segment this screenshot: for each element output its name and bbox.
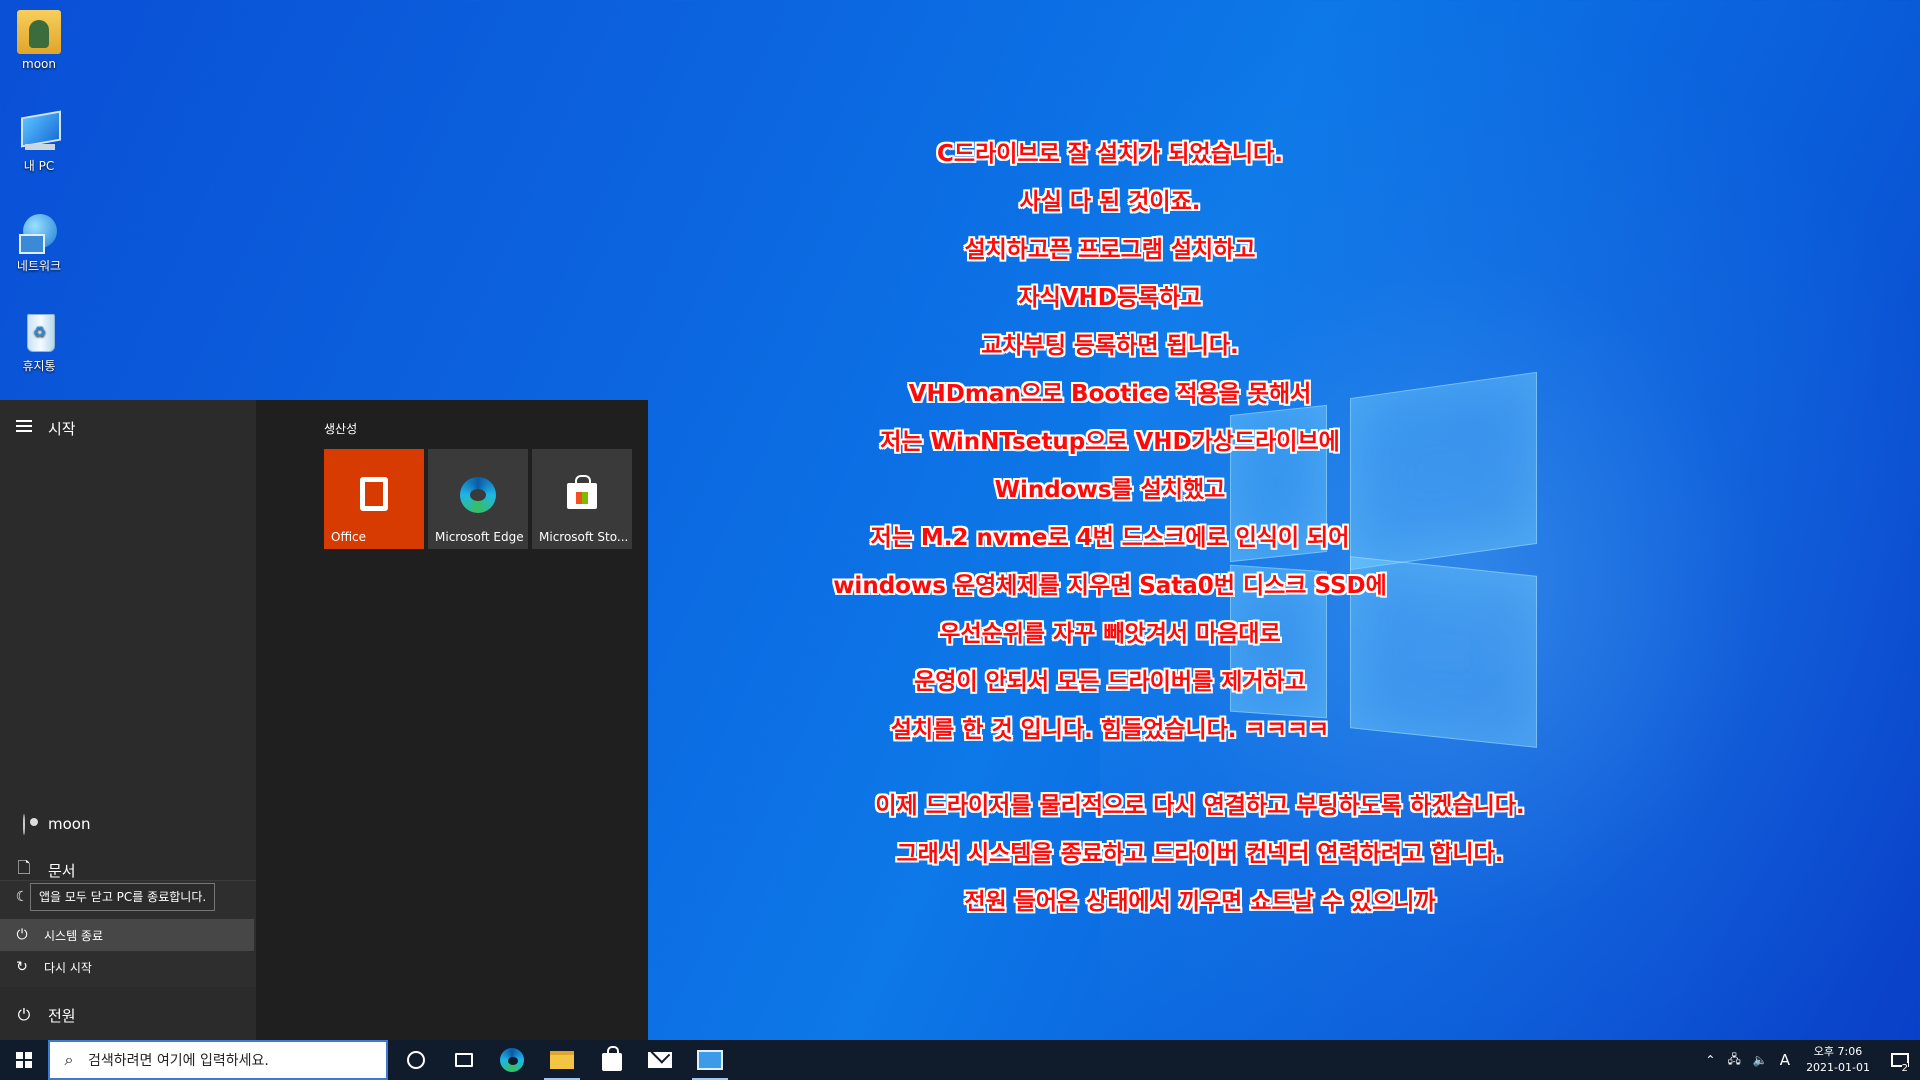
user-folder-icon xyxy=(17,10,61,54)
user-name: moon xyxy=(48,815,91,833)
annotation-line: 설치하고픈 프로그램 설치하고 xyxy=(964,237,1256,263)
tile-label: Office xyxy=(331,530,367,544)
start-menu: 시작 moon 🗋 문서 ☾ ⏻ 시스템 종료 ↻ 다시 시작 앱을 모두 닫고… xyxy=(0,400,648,1040)
tile-group-title: 생산성 xyxy=(324,422,358,436)
desktop-icon-this-pc[interactable]: 내 PC xyxy=(8,110,70,174)
app-icon xyxy=(697,1050,723,1070)
file-explorer-icon xyxy=(550,1051,574,1069)
start-menu-tiles-area: 생산성 Office Microsoft Edge Microsoft Sto.… xyxy=(256,400,648,1040)
tile-label: Microsoft Edge xyxy=(435,530,524,544)
annotation-line: 교차부팅 등록하면 됩니다. xyxy=(981,333,1239,359)
annotation-line: 저는 M.2 nvme로 4번 드스크에로 인식이 되어 xyxy=(870,525,1350,551)
annotation-line: windows 운영체제를 지우면 Sata0번 디스크 SSD에 xyxy=(833,573,1387,599)
clock-date: 2021-01-01 xyxy=(1806,1061,1870,1074)
desktop-icon-network[interactable]: 네트워크 xyxy=(8,210,70,274)
desktop-icon-label: moon xyxy=(22,57,56,71)
desktop-icon-user-folder[interactable]: moon xyxy=(8,10,70,71)
taskbar: ⌕ 검색하려면 여기에 입력하세요. ⌃ 🖧 🔈 A 오후 7:06 2021-… xyxy=(0,1040,1920,1080)
shutdown-option[interactable]: ⏻ 시스템 종료 xyxy=(0,919,254,951)
edge-icon xyxy=(460,477,496,513)
desktop-icon-recycle-bin[interactable]: 휴지통 xyxy=(8,310,70,374)
tile-label: Microsoft Sto... xyxy=(539,530,628,544)
avatar-icon xyxy=(23,813,25,835)
search-icon: ⌕ xyxy=(64,1050,74,1069)
mail-icon xyxy=(648,1052,672,1068)
taskbar-store-button[interactable] xyxy=(588,1040,636,1080)
desktop-icon-label: 휴지통 xyxy=(22,359,56,373)
annotation-line: 자식VHD등록하고 xyxy=(1018,285,1202,311)
annotation-line: C드라이브로 잘 설치가 되었습니다. xyxy=(937,141,1283,167)
clock-time: 오후 7:06 xyxy=(1813,1045,1863,1058)
cortana-icon xyxy=(407,1051,425,1069)
annotation-line: 설치를 한 것 입니다. 힘들었습니다. ㅋㅋㅋㅋ xyxy=(890,717,1330,743)
network-status-icon[interactable]: 🖧 xyxy=(1727,1050,1740,1071)
ime-indicator[interactable]: A xyxy=(1780,1051,1790,1069)
power-icon: ⏻ xyxy=(16,927,28,943)
store-icon xyxy=(602,1046,622,1071)
desktop-icon-label: 내 PC xyxy=(23,159,55,173)
documents-label: 문서 xyxy=(48,861,76,880)
annotation-line: 전원 들어온 상태에서 끼우면 쇼트날 수 있으니까 xyxy=(964,889,1436,915)
chevron-up-icon[interactable]: ⌃ xyxy=(1705,1053,1715,1067)
taskbar-app-button[interactable] xyxy=(686,1040,734,1080)
tile-microsoft-store[interactable]: Microsoft Sto... xyxy=(532,449,632,549)
annotation-line: 그래서 시스템을 종료하고 드라이버 컨넥터 연력하려고 합니다. xyxy=(896,841,1504,867)
tile-microsoft-edge[interactable]: Microsoft Edge xyxy=(428,449,528,549)
taskbar-file-explorer-button[interactable] xyxy=(538,1040,586,1080)
search-box[interactable]: ⌕ 검색하려면 여기에 입력하세요. xyxy=(48,1040,388,1080)
store-icon xyxy=(567,475,597,509)
power-label: 전원 xyxy=(48,1006,76,1025)
start-menu-expand-button[interactable]: 시작 xyxy=(0,408,256,448)
start-menu-sidebar: 시작 moon 🗋 문서 ☾ ⏻ 시스템 종료 ↻ 다시 시작 앱을 모두 닫고… xyxy=(0,400,257,1040)
desktop-icon-label: 네트워크 xyxy=(16,259,62,273)
taskbar-edge-button[interactable] xyxy=(488,1040,536,1080)
volume-icon[interactable]: 🔈 xyxy=(1753,1053,1768,1067)
annotation-line: 이제 드라이저를 물리적으로 다시 연결하고 부팅하도록 하겠습니다. xyxy=(875,793,1525,819)
start-menu-user-button[interactable]: moon xyxy=(0,804,256,844)
annotation-line: Windows를 설치했고 xyxy=(994,477,1226,503)
office-icon xyxy=(360,477,388,511)
windows-logo-icon xyxy=(16,1052,32,1068)
task-view-button[interactable] xyxy=(440,1040,488,1080)
clock[interactable]: 오후 7:06 2021-01-01 xyxy=(1806,1044,1870,1076)
shutdown-label: 시스템 종료 xyxy=(44,928,104,943)
network-icon xyxy=(17,210,61,254)
start-menu-title: 시작 xyxy=(48,419,76,438)
power-icon: ⏻ xyxy=(17,1005,31,1024)
start-button[interactable] xyxy=(0,1040,48,1080)
shutdown-tooltip: 앱을 모두 닫고 PC를 종료합니다. xyxy=(30,883,216,911)
annotation-line: 저는 WinNTsetup으로 VHD가상드라이브에 xyxy=(880,429,1340,455)
system-tray: ⌃ 🖧 🔈 A 오후 7:06 2021-01-01 2 xyxy=(1699,1040,1920,1080)
start-menu-power-button[interactable]: ⏻ 전원 xyxy=(0,995,256,1035)
notification-count: 2 xyxy=(1901,1063,1908,1074)
annotation-line: 운영이 안되서 모든 드라이버를 제거하고 xyxy=(914,669,1306,695)
edge-icon xyxy=(500,1048,524,1072)
action-center-button[interactable]: 2 xyxy=(1880,1040,1920,1080)
annotation-line: 우선순위를 자꾸 빼앗겨서 마음대로 xyxy=(939,621,1281,647)
cortana-button[interactable] xyxy=(392,1040,440,1080)
annotation-line: 사실 다 된 것이죠. xyxy=(1019,189,1201,215)
desktop-annotation-block-2: 이제 드라이저를 물리적으로 다시 연결하고 부팅하도록 하겠습니다. 그래서 … xyxy=(830,782,1570,926)
restart-option[interactable]: ↻ 다시 시작 xyxy=(0,951,254,983)
restart-label: 다시 시작 xyxy=(44,960,92,975)
computer-icon xyxy=(17,110,61,154)
taskbar-mail-button[interactable] xyxy=(636,1040,684,1080)
hamburger-icon xyxy=(0,417,48,439)
search-placeholder: 검색하려면 여기에 입력하세요. xyxy=(88,1053,269,1069)
tile-office[interactable]: Office xyxy=(324,449,424,549)
desktop-annotation-block: C드라이브로 잘 설치가 되었습니다. 사실 다 된 것이죠. 설치하고픈 프로… xyxy=(760,130,1460,754)
task-view-icon xyxy=(455,1053,473,1067)
recycle-bin-icon xyxy=(17,310,61,354)
restart-icon: ↻ xyxy=(16,959,28,975)
annotation-line: VHDman으로 Bootice 적용을 못해서 xyxy=(908,381,1312,407)
